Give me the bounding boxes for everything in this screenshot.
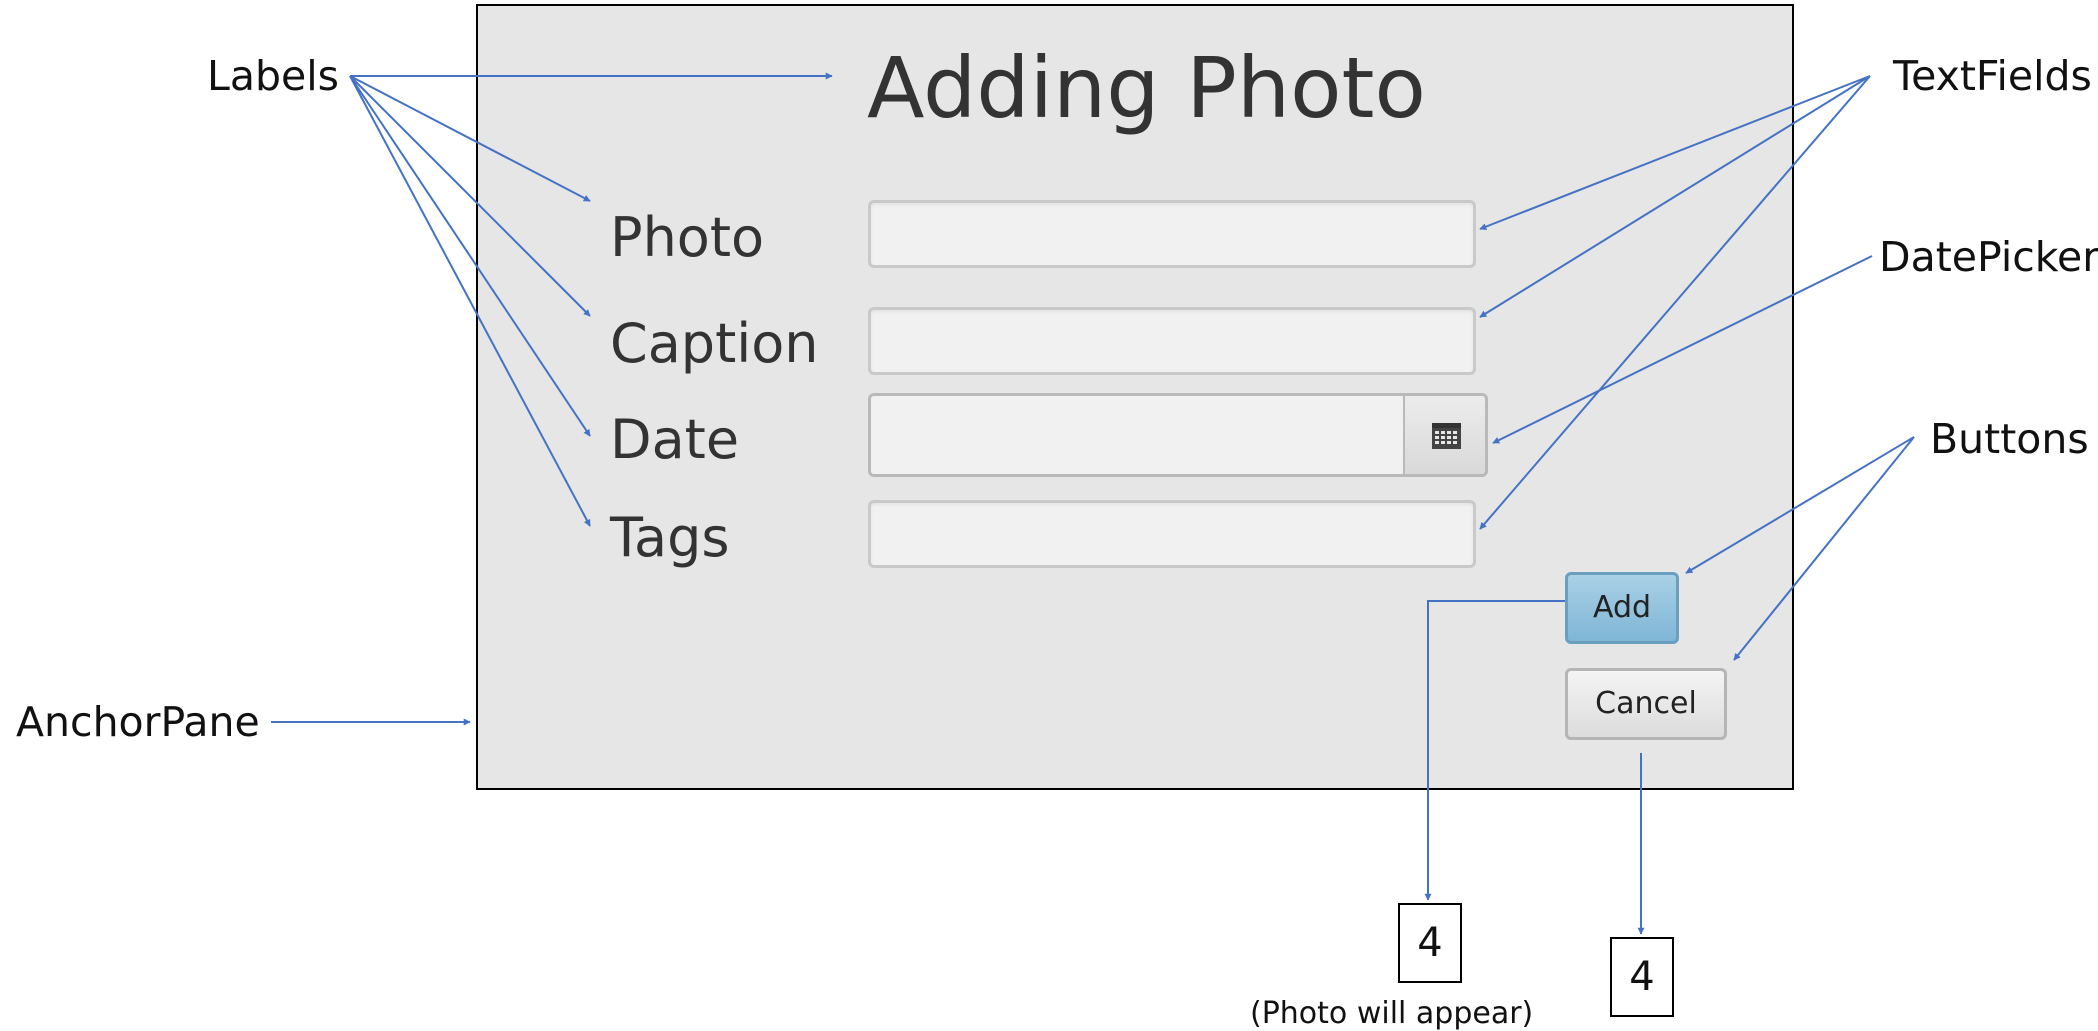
callout-labels: Labels (207, 52, 339, 100)
date-input[interactable] (871, 396, 1405, 474)
cancel-step-box: 4 (1610, 937, 1674, 1017)
callout-buttons: Buttons (1930, 415, 2089, 463)
diagram-canvas: Labels TextFields DatePicker Buttons Anc… (0, 0, 2098, 1031)
callout-anchorpane: AnchorPane (16, 698, 260, 746)
caption-textfield[interactable] (868, 307, 1476, 375)
callout-datepicker: DatePicker (1879, 233, 2098, 281)
calendar-icon (1432, 423, 1461, 449)
cancel-button[interactable]: Cancel (1565, 668, 1727, 740)
add-step-box: 4 (1398, 903, 1462, 983)
photo-textfield[interactable] (868, 200, 1476, 268)
tags-textfield[interactable] (868, 500, 1476, 568)
add-step-note: (Photo will appear) (1250, 996, 1534, 1031)
dialog-title: Adding Photo (867, 39, 1426, 137)
date-picker-button[interactable] (1403, 396, 1485, 474)
date-picker[interactable] (868, 393, 1488, 477)
caption-label: Caption (610, 312, 819, 375)
add-button[interactable]: Add (1565, 572, 1679, 644)
anchor-pane: Adding Photo Photo Caption Date Tags Add… (476, 4, 1794, 790)
date-label: Date (610, 408, 740, 471)
callout-textfields: TextFields (1893, 52, 2092, 100)
photo-label: Photo (610, 206, 765, 269)
tags-label: Tags (610, 506, 730, 569)
